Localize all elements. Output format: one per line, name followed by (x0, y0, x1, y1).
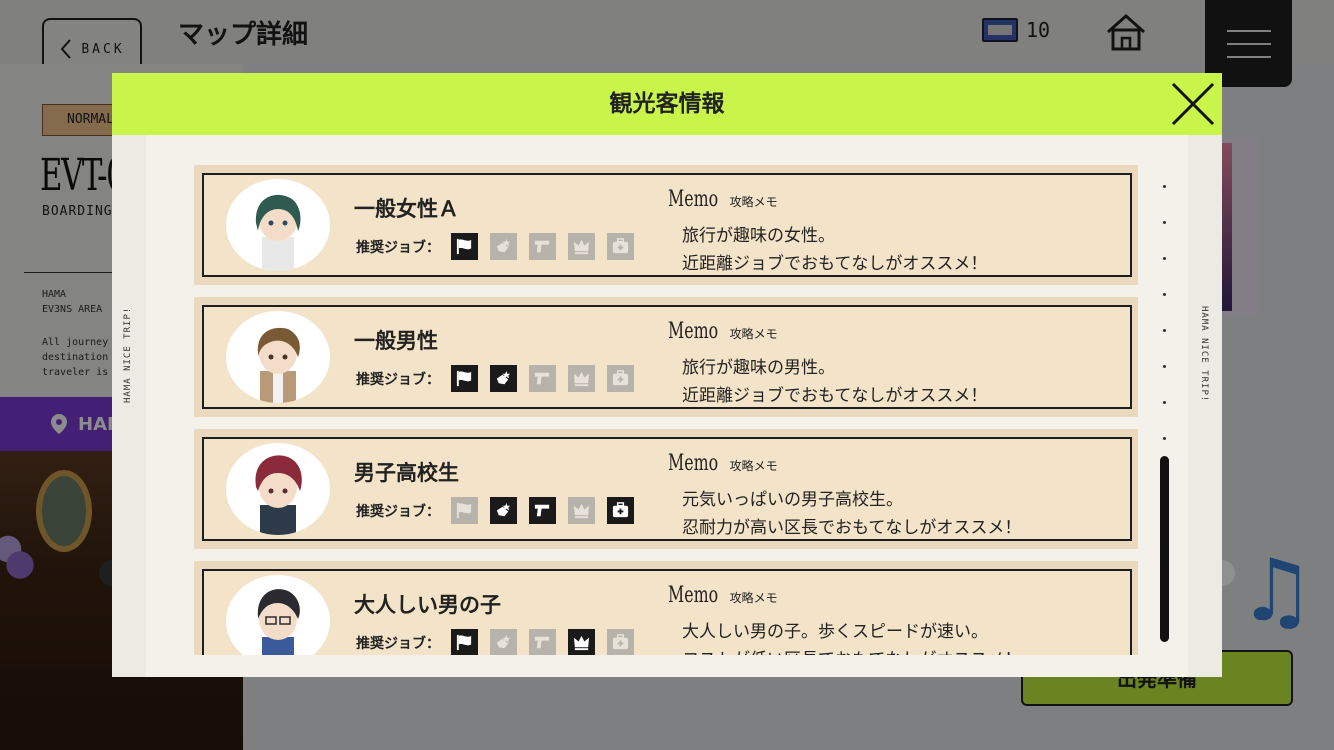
job-icons (451, 365, 634, 392)
tourist-card-inner: 一般男性 推奨ジョブ： Memo 攻略メモ 旅行が趣味の男性。 近距離ジョブでおも… (202, 305, 1132, 409)
memo-sub: 攻略メモ (729, 591, 778, 605)
scrollbar-thumb[interactable] (1160, 456, 1169, 642)
tourist-card: 一般女性Ａ 推奨ジョブ： Memo 攻略メモ 旅行が趣味の女性。 近距離ジョブでお… (194, 165, 1138, 285)
scroll-dot (1163, 329, 1166, 332)
memo-line-2: 忍耐力が高い区長でおもてなしがオススメ！ (682, 518, 1022, 538)
tourist-name: 一般男性 (354, 329, 438, 353)
job-label: 推奨ジョブ： (356, 504, 440, 520)
memo-line-2: コストが低い区長でおもてなしがオススメ！ (682, 645, 1021, 655)
crown-icon (568, 233, 595, 260)
star-hand-icon (490, 233, 517, 260)
star-hand-icon (490, 629, 517, 655)
memo-word: Memo (668, 583, 719, 608)
job-label: 推奨ジョブ： (356, 240, 440, 256)
side-text-right: HAMA NICE TRIP! (1199, 306, 1209, 403)
medkit-icon (607, 365, 634, 392)
tourist-card-inner: 男子高校生 推奨ジョブ： Memo 攻略メモ 元気いっぱいの男子高校生。 忍耐力が… (202, 437, 1132, 541)
tourist-name: 大人しい男の子 (354, 593, 501, 617)
scroll-dot (1163, 365, 1166, 368)
memo-sub: 攻略メモ (729, 459, 778, 473)
crown-icon (568, 629, 595, 655)
flag-icon (451, 233, 478, 260)
gun-icon (529, 497, 556, 524)
gun-icon (529, 629, 556, 655)
tourist-info-modal: 観光客情報 HAMA NICE TRIP! HAMA NICE TRIP! 一般… (112, 73, 1222, 677)
avatar-portrait (257, 327, 300, 403)
memo-heading: Memo 攻略メモ (668, 583, 778, 608)
memo-heading: Memo 攻略メモ (668, 187, 778, 212)
memo-sub: 攻略メモ (729, 195, 778, 209)
memo-line-2: 近距離ジョブでおもてなしがオススメ！ (682, 386, 988, 406)
tourist-name: 一般女性Ａ (354, 197, 459, 221)
memo-word: Memo (668, 187, 719, 212)
tourist-card: 一般男性 推奨ジョブ： Memo 攻略メモ 旅行が趣味の男性。 近距離ジョブでおも… (194, 297, 1138, 417)
tourist-card-inner: 一般女性Ａ 推奨ジョブ： Memo 攻略メモ 旅行が趣味の女性。 近距離ジョブでお… (202, 173, 1132, 277)
job-icons (451, 233, 634, 260)
memo-line-1: 旅行が趣味の女性。 (682, 226, 835, 246)
memo-sub: 攻略メモ (729, 327, 778, 341)
scroll-dot (1163, 221, 1166, 224)
scroll-dot (1163, 185, 1166, 188)
avatar-portrait (257, 589, 300, 655)
avatar-portrait (255, 194, 301, 271)
gun-icon (529, 233, 556, 260)
modal-title: 観光客情報 (609, 91, 725, 117)
tourist-avatar (226, 179, 330, 271)
gun-icon (529, 365, 556, 392)
memo-word: Memo (668, 451, 719, 476)
job-label: 推奨ジョブ： (356, 372, 440, 388)
medkit-icon (607, 629, 634, 655)
tourist-avatar (226, 443, 330, 535)
side-band-right (1188, 135, 1222, 677)
close-icon[interactable] (1170, 81, 1216, 127)
memo-line-1: 大人しい男の子。歩くスピードが速い。 (682, 622, 988, 642)
avatar-portrait (255, 455, 302, 535)
side-band-left (112, 135, 146, 677)
tourist-card-inner: 大人しい男の子 推奨ジョブ： Memo 攻略メモ 大人しい男の子。歩くスピードが速… (202, 569, 1132, 655)
tourist-list[interactable]: 一般女性Ａ 推奨ジョブ： Memo 攻略メモ 旅行が趣味の女性。 近距離ジョブでお… (194, 165, 1140, 655)
scroll-dot (1163, 293, 1166, 296)
medkit-icon (607, 497, 634, 524)
crown-icon (568, 497, 595, 524)
star-hand-icon (490, 365, 517, 392)
flag-icon (451, 629, 478, 655)
crown-icon (568, 365, 595, 392)
tourist-card: 男子高校生 推奨ジョブ： Memo 攻略メモ 元気いっぱいの男子高校生。 忍耐力が… (194, 429, 1138, 549)
scroll-dot (1163, 401, 1166, 404)
scroll-dot (1163, 437, 1166, 440)
job-icons (451, 629, 634, 655)
star-hand-icon (490, 497, 517, 524)
memo-heading: Memo 攻略メモ (668, 451, 778, 476)
memo-line-2: 近距離ジョブでおもてなしがオススメ！ (682, 254, 988, 274)
memo-heading: Memo 攻略メモ (668, 319, 778, 344)
job-icons (451, 497, 634, 524)
medkit-icon (607, 233, 634, 260)
tourist-name: 男子高校生 (354, 461, 459, 485)
scroll-track (1162, 185, 1168, 445)
memo-word: Memo (668, 319, 719, 344)
tourist-avatar (226, 311, 330, 403)
memo-line-1: 元気いっぱいの男子高校生。 (682, 490, 903, 510)
scroll-dot (1163, 257, 1166, 260)
tourist-avatar (226, 575, 330, 655)
side-text-left: HAMA NICE TRIP! (123, 306, 133, 403)
memo-line-1: 旅行が趣味の男性。 (682, 358, 835, 378)
job-label: 推奨ジョブ： (356, 636, 440, 652)
flag-icon (451, 365, 478, 392)
tourist-card: 大人しい男の子 推奨ジョブ： Memo 攻略メモ 大人しい男の子。歩くスピードが速… (194, 561, 1138, 655)
flag-icon (451, 497, 478, 524)
